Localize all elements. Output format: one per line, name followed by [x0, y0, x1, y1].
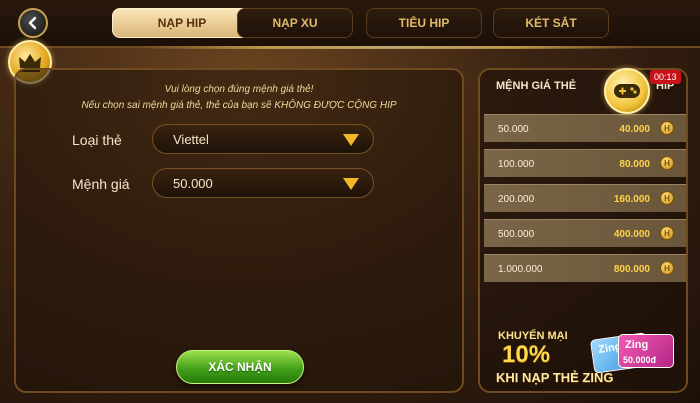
price-row: 100.000 80.000 H — [484, 149, 686, 177]
hip-coin-icon: H — [660, 191, 674, 205]
price-row: 200.000 160.000 H — [484, 184, 686, 212]
hip-coin-icon: H — [660, 156, 674, 170]
price-card-value: 500.000 — [498, 229, 535, 240]
dropdown-arrow-icon — [343, 178, 359, 190]
price-card-value: 200.000 — [498, 194, 535, 205]
notice-line-2: Nếu chọn sai mệnh giá thẻ, thẻ của bạn s… — [81, 100, 397, 111]
topup-form-panel: Vui lòng chọn đúng mệnh giá thẻ! Nếu chọ… — [14, 68, 464, 393]
price-hip-value: 80.000 — [619, 159, 650, 170]
hip-coin-icon: H — [660, 121, 674, 135]
card-type-label: Loại thẻ — [72, 132, 122, 148]
card-type-value: Viettel — [173, 131, 209, 147]
denomination-label: Mệnh giá — [72, 176, 130, 192]
tab-nap-xu[interactable]: NẠP XU — [237, 8, 353, 38]
price-row: 1.000.000 800.000 H — [484, 254, 686, 282]
zing-card-image: Zing 50.000đ — [618, 334, 674, 368]
promo-percent: 10% — [502, 341, 551, 368]
tab-ket-sat[interactable]: KÉT SẮT — [493, 8, 609, 38]
price-hip-value: 160.000 — [613, 194, 650, 205]
zing-card-value: 50.000đ — [623, 355, 657, 365]
dropdown-arrow-icon — [343, 134, 359, 146]
zing-card-brand: Zing — [625, 339, 649, 351]
price-row: 50.000 40.000 H — [484, 114, 686, 142]
price-header-card: MỆNH GIÁ THẺ — [496, 80, 577, 92]
timer-badge: 00:13 — [650, 70, 681, 84]
denomination-value: 50.000 — [173, 175, 213, 191]
notice-line-1: Vui lòng chọn đúng mệnh giá thẻ! — [164, 84, 314, 95]
chevron-left-icon — [28, 16, 37, 30]
denomination-select[interactable]: 50.000 — [152, 168, 374, 198]
price-hip-value: 800.000 — [613, 264, 650, 275]
hip-coin-icon: H — [660, 226, 674, 240]
hip-coin-icon: H — [660, 261, 674, 275]
price-row: 500.000 400.000 H — [484, 219, 686, 247]
card-type-select[interactable]: Viettel — [152, 124, 374, 154]
gamepad-icon — [614, 84, 640, 98]
price-hip-value: 40.000 — [619, 124, 650, 135]
confirm-button[interactable]: XÁC NHẬN — [176, 350, 304, 384]
price-hip-value: 400.000 — [613, 229, 650, 240]
price-card-value: 50.000 — [498, 124, 529, 135]
price-card-value: 1.000.000 — [498, 264, 543, 275]
price-card-value: 100.000 — [498, 159, 535, 170]
promo-banner[interactable]: KHUYẾN MẠI 10% KHI NẠP THẺ ZING Zing Zin… — [496, 328, 696, 398]
tab-tieu-hip[interactable]: TIÊU HIP — [366, 8, 482, 38]
top-bar: NẠP HIP NẠP XU TIÊU HIP KÉT SẮT — [0, 0, 700, 49]
minigame-button[interactable] — [604, 68, 650, 114]
back-button[interactable] — [18, 8, 48, 38]
tab-nap-hip[interactable]: NẠP HIP — [112, 8, 252, 38]
